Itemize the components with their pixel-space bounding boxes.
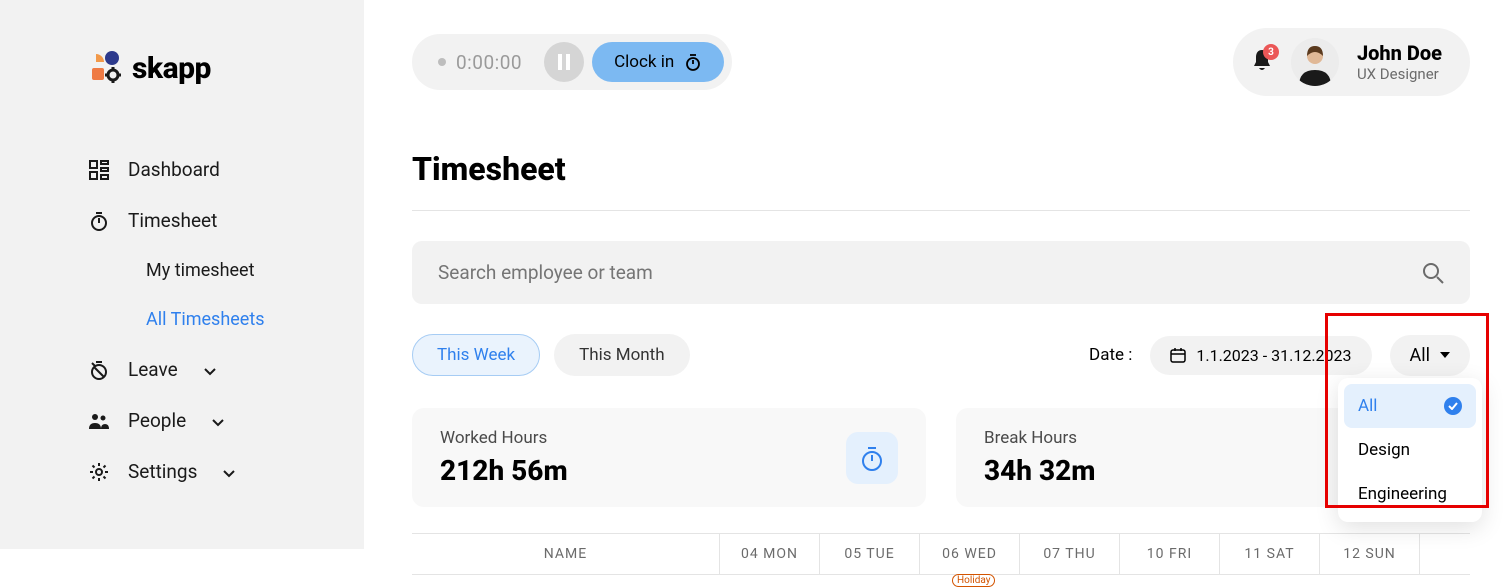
chevron-down-icon xyxy=(212,409,224,432)
sidebar-item-label: Timesheet xyxy=(128,209,217,232)
user-name: John Doe xyxy=(1357,41,1442,65)
page-title: Timesheet xyxy=(412,150,1470,188)
table-header-day: 06 WED xyxy=(920,534,1020,574)
topbar: 0:00:00 Clock in xyxy=(412,28,1470,96)
caret-down-icon xyxy=(1440,352,1450,358)
sidebar-item-label: People xyxy=(128,409,186,432)
this-month-button[interactable]: This Month xyxy=(554,334,689,376)
logo: skapp xyxy=(88,50,364,86)
dropdown-option-label: Design xyxy=(1358,440,1410,460)
stat-label: Break Hours xyxy=(984,428,1095,448)
calendar-icon xyxy=(1170,347,1186,363)
record-dot-icon xyxy=(438,58,446,66)
table-header-day: 05 TUE xyxy=(820,534,920,574)
people-icon xyxy=(88,410,110,432)
sidebar-item-all-timesheets[interactable]: All Timesheets xyxy=(0,297,364,342)
date-range-value: 1.1.2023 - 31.12.2023 xyxy=(1196,346,1351,365)
search-input[interactable] xyxy=(438,261,1422,284)
avatar[interactable] xyxy=(1291,38,1339,86)
timer-display: 0:00:00 xyxy=(420,51,536,74)
clock-in-label: Clock in xyxy=(614,52,674,72)
dropdown-option-label: Engineering xyxy=(1358,484,1447,504)
dropdown-option-engineering[interactable]: Engineering xyxy=(1344,472,1476,516)
user-info: John Doe UX Designer xyxy=(1357,41,1442,83)
logo-icon xyxy=(88,50,124,86)
table-header-day: 10 FRI xyxy=(1120,534,1220,574)
stopwatch-icon xyxy=(859,445,885,471)
sidebar: skapp Dashboard xyxy=(0,0,364,549)
date-range-button[interactable]: 1.1.2023 - 31.12.2023 xyxy=(1150,336,1371,375)
gear-icon xyxy=(88,461,110,483)
worked-hours-card: Worked Hours 212h 56m xyxy=(412,408,926,507)
team-filter-button[interactable]: All xyxy=(1390,335,1471,376)
chevron-down-icon xyxy=(223,460,235,483)
stat-label: Worked Hours xyxy=(440,428,568,448)
date-group: Date : 1.1.2023 - 31.12.2023 All xyxy=(1089,335,1470,376)
leave-icon xyxy=(88,359,110,381)
filters-row: This Week This Month Date : 1.1.2023 - 3… xyxy=(412,334,1470,376)
logo-text: skapp xyxy=(132,51,211,86)
stat-value: 34h 32m xyxy=(984,454,1095,487)
dropdown-option-label: All xyxy=(1358,396,1377,416)
stopwatch-icon xyxy=(684,53,702,71)
user-widget: 3 John Doe UX Designer xyxy=(1233,28,1470,96)
this-week-button[interactable]: This Week xyxy=(412,334,540,376)
search-bar[interactable] xyxy=(412,241,1470,304)
sidebar-item-label: Dashboard xyxy=(128,158,220,181)
table-header-day: 12 SUN xyxy=(1320,534,1420,574)
clock-in-button[interactable]: Clock in xyxy=(592,42,724,82)
stats-row: Worked Hours 212h 56m Break Hours 34h 32… xyxy=(412,408,1470,507)
sidebar-item-dashboard[interactable]: Dashboard xyxy=(0,146,364,193)
sidebar-item-my-timesheet[interactable]: My timesheet xyxy=(0,248,364,293)
timer-value: 0:00:00 xyxy=(456,51,522,74)
sidebar-item-leave[interactable]: Leave xyxy=(0,346,364,393)
divider xyxy=(412,210,1470,211)
sidebar-item-label: My timesheet xyxy=(146,260,254,281)
sidebar-item-label: Leave xyxy=(128,358,178,381)
sidebar-item-label: Settings xyxy=(128,460,197,483)
table-header-day: 07 THU xyxy=(1020,534,1120,574)
team-dropdown: All Design Engineering xyxy=(1338,378,1482,522)
period-group: This Week This Month xyxy=(412,334,690,376)
date-label: Date : xyxy=(1089,345,1132,365)
stat-icon-wrap xyxy=(846,432,898,484)
user-role: UX Designer xyxy=(1357,65,1442,83)
search-icon xyxy=(1422,262,1444,284)
team-filter-value: All xyxy=(1410,345,1431,366)
holiday-tag: Holiday xyxy=(952,574,995,587)
timer-widget: 0:00:00 Clock in xyxy=(412,34,732,90)
dashboard-icon xyxy=(88,159,110,181)
pause-button[interactable] xyxy=(544,42,584,82)
main-content: 0:00:00 Clock in xyxy=(364,0,1512,549)
dropdown-option-all[interactable]: All xyxy=(1344,384,1476,428)
table-header: NAME 04 MON 05 TUE 06 WED 07 THU 10 FRI … xyxy=(412,533,1470,575)
table-header-day: 11 SAT xyxy=(1220,534,1320,574)
sidebar-item-label: All Timesheets xyxy=(146,309,265,330)
check-circle-icon xyxy=(1444,397,1462,415)
sidebar-item-timesheet[interactable]: Timesheet xyxy=(0,197,364,244)
dropdown-option-design[interactable]: Design xyxy=(1344,428,1476,472)
sidebar-item-settings[interactable]: Settings xyxy=(0,448,364,495)
chevron-down-icon xyxy=(204,358,216,381)
pause-icon xyxy=(557,54,571,70)
stopwatch-icon xyxy=(88,210,110,232)
table-header-day: 04 MON xyxy=(720,534,820,574)
stat-value: 212h 56m xyxy=(440,454,568,487)
nav: Dashboard Timesheet My timesheet All Tim… xyxy=(0,146,364,495)
notification-badge: 3 xyxy=(1263,44,1279,60)
sidebar-item-people[interactable]: People xyxy=(0,397,364,444)
table-header-name: NAME xyxy=(412,534,720,574)
notifications-button[interactable]: 3 xyxy=(1251,48,1273,76)
